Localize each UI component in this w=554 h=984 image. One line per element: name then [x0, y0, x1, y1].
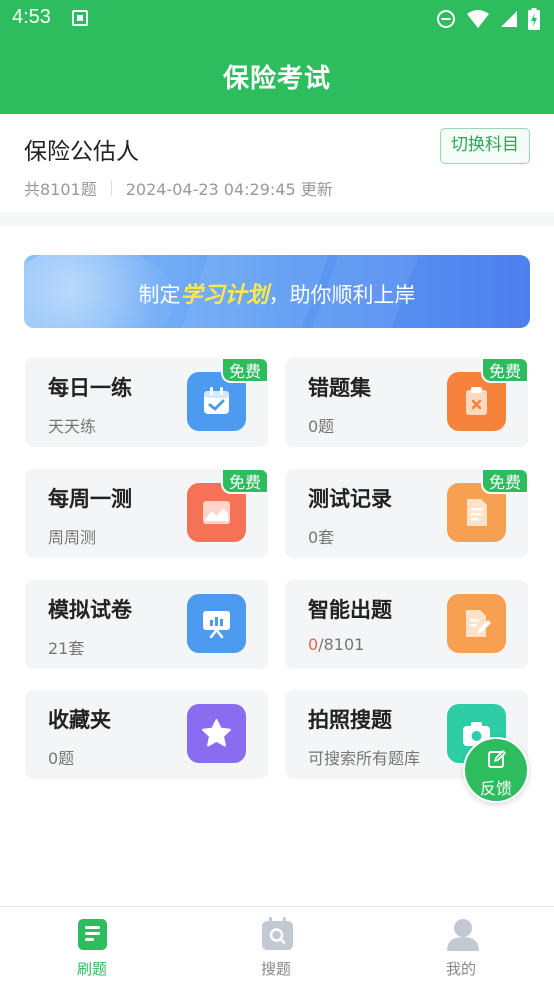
do-not-disturb-icon [437, 10, 455, 28]
tab-label: 搜题 [260, 960, 291, 978]
star-icon [187, 704, 246, 763]
card-subtitle: 周周测 [48, 528, 97, 547]
card-subtitle: 21套 [48, 639, 85, 658]
card-favorites[interactable]: 收藏夹 0题 [25, 690, 268, 779]
card-progress: 0/8101 [308, 635, 364, 654]
card-title: 测试记录 [308, 487, 392, 511]
page-title: 保险考试 [222, 64, 331, 94]
feedback-edit-icon [488, 750, 506, 768]
signal-icon [501, 11, 517, 27]
banner-highlight: 学习计划 [180, 283, 269, 308]
free-badge: 免费 [221, 357, 269, 383]
card-title: 每日一练 [48, 376, 132, 400]
profile-icon [447, 919, 479, 951]
bottom-tab-bar: 刷题 搜题 我的 [0, 906, 554, 984]
status-bar: 4:53 [0, 0, 554, 38]
edit-document-icon [447, 594, 506, 653]
notification-app-icon [72, 10, 88, 26]
app-bar: 保险考试 [0, 38, 554, 114]
card-subtitle: 0套 [308, 528, 335, 547]
card-daily-practice[interactable]: 每日一练 天天练 免费 [25, 357, 269, 447]
battery-icon [528, 8, 540, 30]
card-title: 拍照搜题 [308, 708, 392, 732]
section-divider [0, 212, 554, 226]
card-title: 智能出题 [308, 598, 392, 622]
tab-profile[interactable]: 我的 [401, 907, 521, 984]
free-badge: 免费 [481, 357, 529, 383]
feedback-label: 反馈 [479, 779, 512, 798]
wifi-icon [467, 10, 489, 28]
study-plan-banner[interactable]: 制定学习计划，助你顺利上岸 [24, 255, 530, 328]
progress-total: /8101 [318, 635, 365, 654]
card-smart-questions[interactable]: 智能出题 0/8101 [285, 580, 528, 669]
card-subtitle: 天天练 [48, 417, 97, 436]
subject-header: 保险公估人 切换科目 共8101题 2024-04-23 04:29:45 更新 [0, 114, 554, 212]
free-badge: 免费 [481, 468, 529, 494]
tab-label: 我的 [445, 960, 476, 978]
feedback-button[interactable]: 反馈 [463, 737, 529, 803]
subject-meta: 共8101题 2024-04-23 04:29:45 更新 [24, 176, 333, 200]
card-subtitle: 0题 [308, 417, 335, 436]
practice-doc-icon [78, 919, 107, 950]
card-title: 每周一测 [48, 487, 132, 511]
meta-divider [110, 180, 112, 196]
card-title: 错题集 [308, 376, 371, 400]
card-subtitle: 0题 [48, 749, 75, 768]
presentation-board-icon [187, 594, 246, 653]
card-test-records[interactable]: 测试记录 0套 免费 [285, 468, 529, 558]
update-time: 2024-04-23 04:29:45 更新 [125, 180, 333, 199]
card-title: 模拟试卷 [48, 598, 132, 622]
tab-label: 刷题 [76, 960, 107, 978]
card-title: 收藏夹 [48, 708, 111, 732]
card-wrong-questions[interactable]: 错题集 0题 免费 [285, 357, 529, 447]
status-icons [436, 8, 540, 30]
banner-text: 制定学习计划，助你顺利上岸 [24, 277, 530, 309]
search-calendar-icon [262, 917, 293, 950]
switch-subject-button[interactable]: 切换科目 [440, 128, 530, 164]
card-weekly-test[interactable]: 每周一测 周周测 免费 [25, 468, 269, 558]
card-subtitle: 可搜索所有题库 [308, 749, 421, 768]
tab-search[interactable]: 搜题 [216, 907, 336, 984]
progress-done: 0 [308, 635, 319, 654]
question-total: 共8101题 [24, 180, 97, 199]
free-badge: 免费 [221, 468, 269, 494]
status-time: 4:53 [12, 6, 51, 28]
tab-practice[interactable]: 刷题 [32, 907, 152, 984]
banner-prefix: 制定 [138, 283, 181, 307]
card-mock-exam[interactable]: 模拟试卷 21套 [25, 580, 268, 669]
banner-suffix: ，助你顺利上岸 [268, 283, 416, 307]
subject-name: 保险公估人 [24, 139, 139, 165]
